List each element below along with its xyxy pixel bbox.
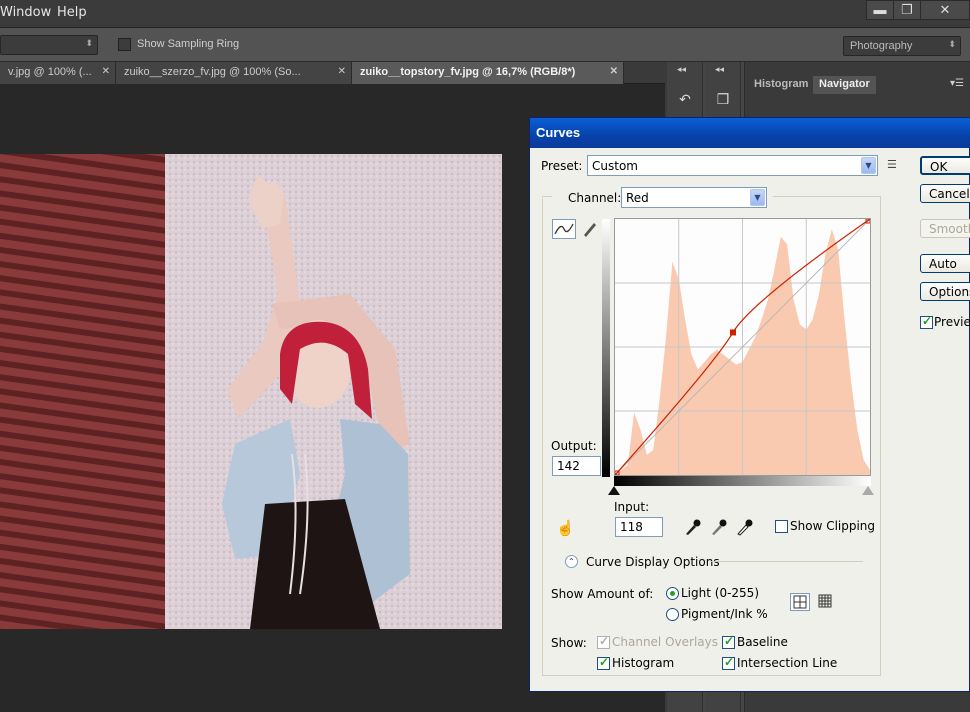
- workspace-select[interactable]: Photography ⬍: [843, 36, 961, 56]
- curves-dialog: Curves Preset: Custom ▼ ☰ Channel: Red ▼ O…: [529, 117, 970, 692]
- stepper-icon: ⬍: [948, 39, 956, 49]
- output-label: Output:: [551, 439, 597, 453]
- close-tab-icon[interactable]: ✕: [102, 66, 110, 77]
- curve-graph[interactable]: [614, 218, 871, 476]
- group-border-bottom: [542, 675, 881, 676]
- on-image-adjust-hand-icon[interactable]: ☝: [556, 519, 578, 537]
- output-field[interactable]: [552, 456, 601, 476]
- auto-button[interactable]: Auto: [920, 254, 970, 273]
- pencil-tool[interactable]: [580, 219, 598, 239]
- histogram-label: Histogram: [612, 656, 675, 670]
- smooth-button[interactable]: Smooth: [920, 219, 970, 238]
- detailed-grid-button[interactable]: [816, 593, 836, 611]
- menu-help[interactable]: Help: [57, 5, 87, 20]
- preset-label: Preset:: [541, 159, 583, 173]
- show-clipping-label: Show Clipping: [790, 519, 876, 533]
- ok-button[interactable]: OK: [920, 156, 970, 175]
- pigment-label: Pigment/Ink %: [681, 607, 768, 621]
- input-field[interactable]: [615, 517, 663, 537]
- histogram-checkbox[interactable]: [597, 655, 610, 670]
- close-window-button[interactable]: ✕: [920, 0, 970, 20]
- grid-4-icon: [793, 595, 807, 609]
- curve-display-options-label[interactable]: Curve Display Options: [586, 555, 720, 569]
- tab-histogram[interactable]: Histogram: [748, 76, 814, 94]
- pigment-radio[interactable]: [666, 608, 679, 621]
- light-radio[interactable]: [666, 587, 679, 600]
- curve-point-tool[interactable]: [552, 219, 576, 239]
- panel-menu-icon[interactable]: ▾☰: [950, 78, 964, 89]
- group-border-left: [542, 198, 543, 676]
- intersection-line-label: Intersection Line: [737, 656, 838, 670]
- tab-navigator[interactable]: Navigator: [813, 76, 876, 94]
- group-divider: [773, 196, 880, 197]
- white-eyedropper-icon[interactable]: [735, 518, 755, 536]
- menu-bar: Window Help ▬ ❐ ✕: [0, 0, 970, 28]
- input-gradient-bar: [614, 476, 871, 486]
- 3d-cube-icon[interactable]: ❒: [706, 84, 740, 114]
- collapse-icon[interactable]: ◂◂: [677, 64, 686, 75]
- simple-grid-button[interactable]: [790, 593, 810, 611]
- channel-overlays-checkbox[interactable]: [597, 634, 610, 649]
- collapse-options-icon[interactable]: ⌃: [565, 555, 578, 568]
- gray-eyedropper-icon[interactable]: [709, 518, 729, 536]
- preset-options-icon[interactable]: ☰: [887, 158, 897, 171]
- group-divider: [710, 561, 863, 562]
- baseline-label: Baseline: [737, 635, 788, 649]
- restore-button[interactable]: ❐: [893, 0, 921, 20]
- curve-icon: [554, 223, 574, 235]
- show-sampling-ring-label: Show Sampling Ring: [137, 38, 240, 50]
- black-point-slider[interactable]: [608, 486, 620, 495]
- group-border-right: [880, 196, 881, 676]
- stepper-icon: ⬍: [85, 38, 93, 48]
- menu-window[interactable]: Window: [0, 5, 51, 20]
- chevron-down-icon: ▼: [750, 189, 765, 206]
- preset-select[interactable]: Custom ▼: [587, 155, 878, 176]
- collapse-icon[interactable]: ◂◂: [715, 64, 724, 75]
- close-tab-icon[interactable]: ✕: [338, 66, 346, 77]
- input-label: Input:: [614, 500, 650, 514]
- show-clipping-checkbox[interactable]: [775, 520, 788, 533]
- baseline-checkbox[interactable]: [722, 634, 735, 649]
- show-sampling-ring-checkbox[interactable]: [118, 38, 131, 51]
- output-gradient-bar: [602, 219, 610, 477]
- options-bar: ⬍ Show Sampling Ring Photography ⬍: [0, 28, 970, 62]
- preview-checkbox[interactable]: [920, 314, 933, 329]
- white-point-slider[interactable]: [862, 486, 874, 495]
- black-eyedropper-icon[interactable]: [683, 518, 703, 536]
- show-amount-label: Show Amount of:: [551, 587, 654, 601]
- chevron-down-icon: ▼: [861, 157, 876, 174]
- dialog-title[interactable]: Curves: [530, 118, 970, 148]
- curve-control-point: [730, 329, 736, 336]
- channel-label: Channel:: [568, 191, 622, 205]
- document-tabs: v.jpg @ 100% (... ✕ zuiko__szerzo_fv.jpg …: [0, 62, 665, 84]
- group-divider: [542, 196, 552, 197]
- channel-overlays-label: Channel Overlays: [612, 635, 718, 649]
- intersection-line-checkbox[interactable]: [722, 655, 735, 670]
- grid-16-icon: [818, 594, 832, 608]
- tab-document-2[interactable]: zuiko__szerzo_fv.jpg @ 100% (So... ✕: [116, 62, 352, 84]
- tab-document-3[interactable]: zuiko__topstory_fv.jpg @ 16,7% (RGB/8*) ✕: [352, 62, 624, 84]
- sample-size-select[interactable]: ⬍: [0, 35, 98, 55]
- light-label: Light (0-255): [681, 586, 759, 600]
- channel-select[interactable]: Red ▼: [621, 187, 767, 208]
- options-button[interactable]: Options...: [920, 282, 970, 301]
- tab-document-1[interactable]: v.jpg @ 100% (... ✕: [0, 62, 116, 84]
- cancel-button[interactable]: Cancel: [920, 184, 970, 203]
- minimize-button[interactable]: ▬: [866, 0, 894, 20]
- close-tab-icon[interactable]: ✕: [610, 66, 618, 77]
- show-label: Show:: [551, 636, 587, 650]
- history-icon[interactable]: ↶: [668, 84, 702, 114]
- pencil-icon: [584, 223, 596, 237]
- preview-label: Preview: [934, 315, 970, 329]
- photo-image[interactable]: [0, 154, 502, 629]
